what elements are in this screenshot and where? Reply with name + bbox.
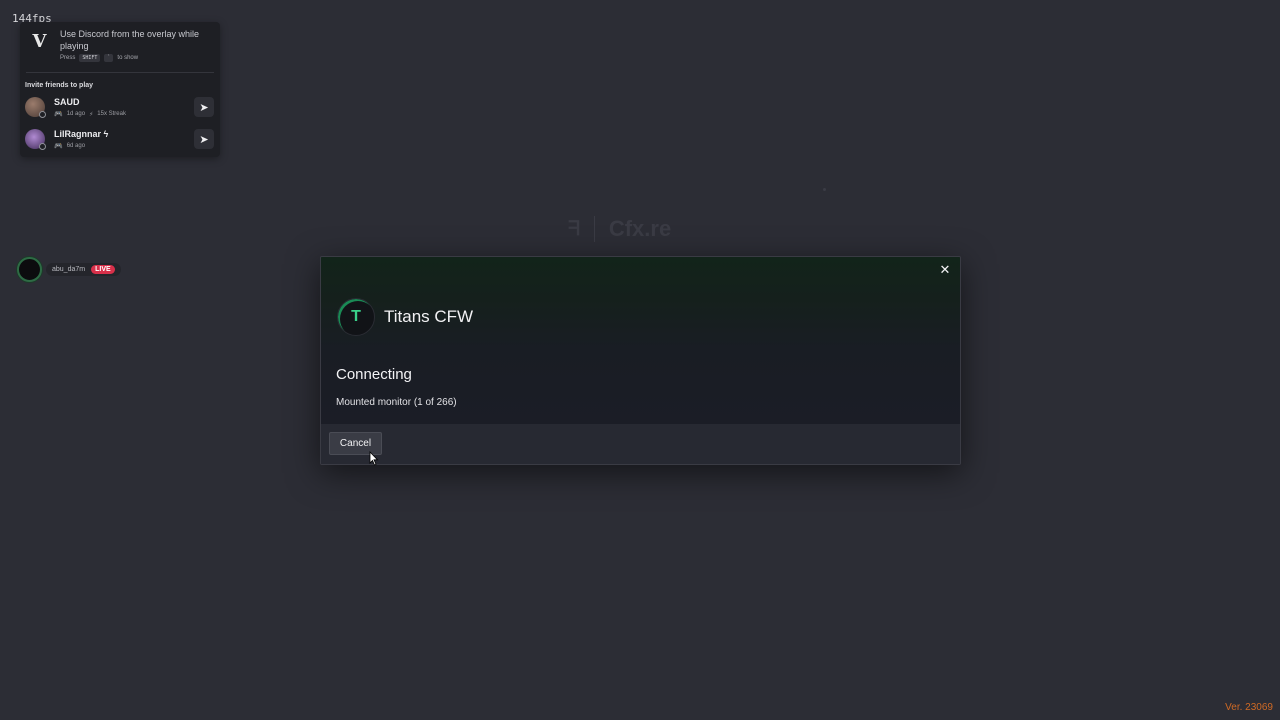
friend-row: LilRagnnar ϟ 🎮 6d ago ➤: [25, 129, 215, 157]
friend-name: SAUD: [54, 97, 80, 107]
version-label: Ver. 23069: [1225, 702, 1273, 713]
connection-status-title: Connecting: [336, 366, 412, 383]
gamepad-icon: 🎮: [54, 111, 63, 118]
streak-count: 15x Streak: [97, 111, 126, 117]
stream-indicator[interactable]: abu_da7m LIVE: [17, 257, 121, 282]
connecting-modal: ✕ T Titans CFW Connecting Mounted monito…: [320, 256, 961, 465]
close-button[interactable]: ✕: [936, 261, 954, 279]
logo-separator: [593, 216, 595, 242]
background-brand-logo: ᖷ Cfx.re: [568, 216, 671, 242]
overlay-title: Use Discord from the overlay while playi…: [60, 29, 200, 51]
invite-send-button[interactable]: ➤: [194, 97, 214, 117]
connection-status-detail: Mounted monitor (1 of 266): [336, 397, 457, 408]
mouse-cursor-icon: [369, 451, 379, 466]
fivem-logo-icon: ᖷ: [568, 217, 580, 240]
last-played: 1d ago: [66, 111, 86, 117]
lightning-icon: ⚡: [89, 111, 94, 118]
hint-to-show-text: to show: [117, 55, 139, 61]
friend-meta: 🎮 1d ago ⚡ 15x Streak: [54, 110, 126, 118]
invite-section-title: Invite friends to play: [25, 82, 94, 89]
server-logo-icon: T: [337, 298, 375, 336]
hint-press-text: Press: [60, 55, 76, 61]
friend-row: SAUD 🎮 1d ago ⚡ 15x Streak ➤: [25, 97, 215, 125]
friend-name: LilRagnnar ϟ: [54, 129, 109, 139]
streamer-handle: abu_da7m: [52, 266, 86, 273]
friend-meta: 🎮 6d ago: [54, 142, 85, 150]
shift-key: SHIFT: [79, 54, 101, 62]
background-dot: [823, 188, 826, 191]
discord-overlay-panel: V Use Discord from the overlay while pla…: [20, 22, 220, 157]
modal-body: ✕ T Titans CFW Connecting Mounted monito…: [321, 257, 960, 424]
server-logo-glyph: T: [351, 308, 361, 325]
close-icon: ✕: [939, 262, 951, 277]
modal-footer: Cancel: [321, 424, 960, 464]
send-arrow-icon: ➤: [199, 101, 209, 114]
overlay-hint: Press SHIFT ` to show: [60, 54, 138, 62]
streamer-avatar: [17, 257, 42, 282]
offline-status-icon: [39, 111, 46, 118]
overlay-header: V Use Discord from the overlay while pla…: [20, 22, 220, 72]
cfx-logo-text: Cfx.re: [608, 216, 672, 241]
last-played: 6d ago: [66, 143, 86, 149]
live-badge: LIVE: [91, 265, 115, 274]
server-name: Titans CFW: [384, 307, 474, 326]
backtick-key: `: [104, 54, 114, 62]
send-arrow-icon: ➤: [199, 133, 209, 146]
gamepad-icon: 🎮: [54, 143, 63, 150]
gta-v-game-icon: V: [32, 30, 47, 52]
overlay-divider: [26, 72, 214, 73]
streamer-pill: abu_da7m LIVE: [46, 263, 121, 276]
invite-send-button[interactable]: ➤: [194, 129, 214, 149]
offline-status-icon: [39, 143, 46, 150]
